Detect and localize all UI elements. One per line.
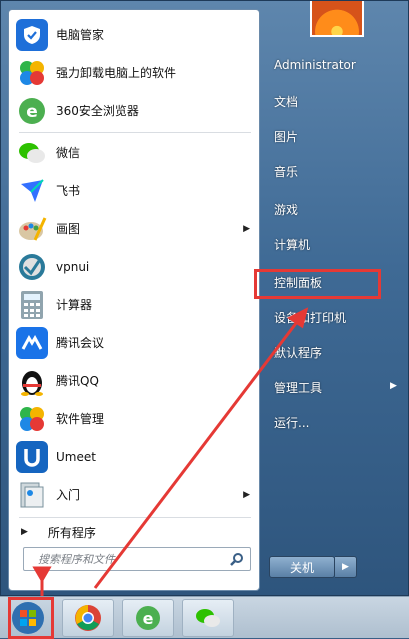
arrowhead-icon bbox=[287, 307, 309, 329]
arrow-line bbox=[93, 317, 302, 589]
annotation-arrows bbox=[32, 307, 309, 596]
arrowhead-icon bbox=[32, 566, 52, 583]
